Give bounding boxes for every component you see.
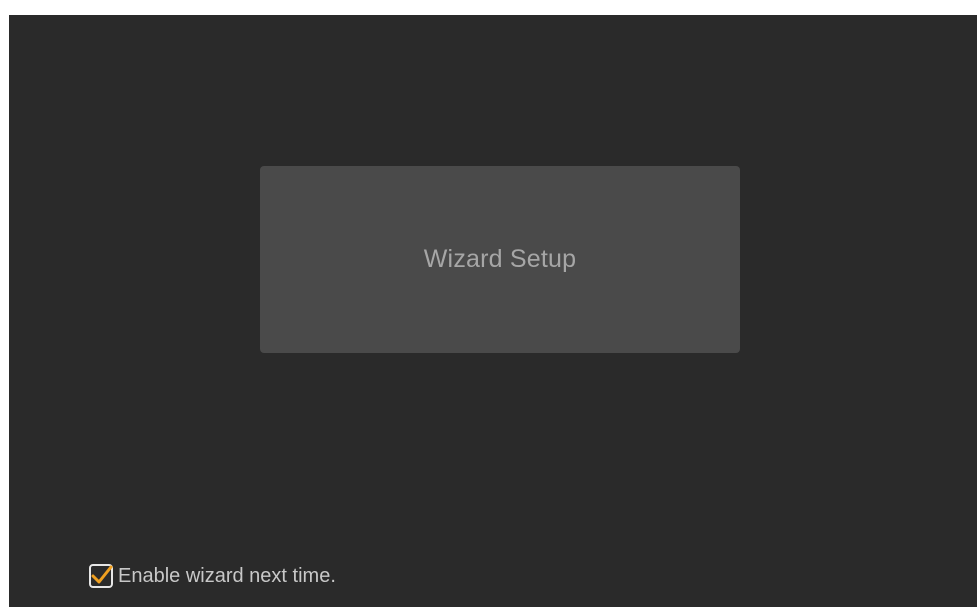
wizard-screen: Wizard Setup Enable wizard next time. [9,15,977,607]
wizard-setup-button[interactable]: Wizard Setup [260,166,740,353]
enable-wizard-checkbox[interactable] [89,564,113,588]
enable-wizard-label: Enable wizard next time. [118,564,336,587]
wizard-setup-label: Wizard Setup [423,245,577,273]
checkmark-icon [91,565,113,584]
enable-wizard-option[interactable]: Enable wizard next time. [89,561,336,591]
